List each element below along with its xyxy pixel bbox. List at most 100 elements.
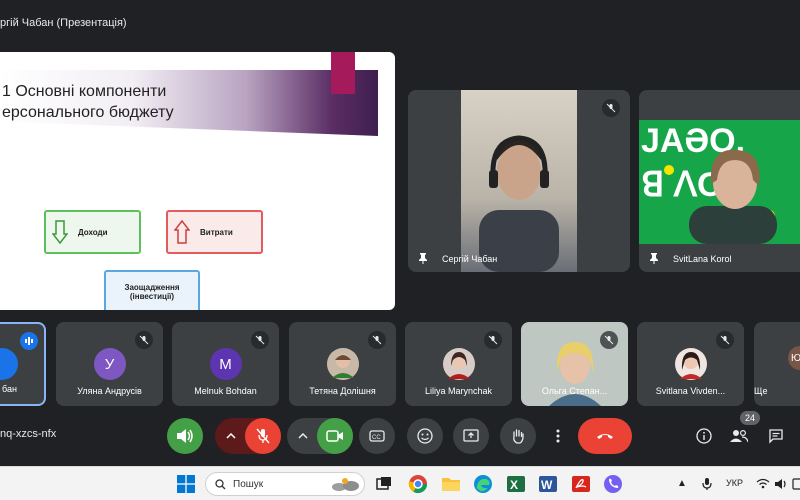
video-tile[interactable]: Сергій Чабан <box>408 90 630 272</box>
closed-captions-icon: CC <box>369 430 385 442</box>
slide-accent <box>331 52 355 94</box>
arrow-down-icon <box>52 220 68 244</box>
expense-box: Витрати <box>166 210 263 254</box>
chat-button[interactable] <box>764 418 788 454</box>
speaking-indicator-icon <box>20 332 38 350</box>
participant-tile[interactable]: Ольга Степан... <box>521 322 628 406</box>
participant-name: Melnuk Bohdan <box>194 386 257 396</box>
wifi-icon[interactable] <box>756 478 770 489</box>
participant-tile[interactable]: Ю Ще <box>754 322 800 406</box>
participant-tile[interactable]: Liliya Marynchak <box>405 322 512 406</box>
avatar: M <box>209 348 242 380</box>
participant-name: Ольга Степан... <box>541 386 608 396</box>
participant-tile[interactable]: бан <box>0 322 46 406</box>
mic-off-icon <box>602 99 620 117</box>
volume-tray-icon[interactable] <box>774 478 788 490</box>
more-options-button[interactable] <box>546 418 570 454</box>
raise-hand-button[interactable] <box>500 418 536 454</box>
videocam-icon <box>326 430 343 442</box>
chevron-up-icon <box>226 433 236 439</box>
avatar <box>0 348 18 380</box>
chevron-up-icon <box>298 433 308 439</box>
meeting-code: nq-xzcs-nfx <box>0 428 57 440</box>
keyboard-language[interactable]: УКР <box>726 478 743 488</box>
participant-tile[interactable]: Svitlana Vivden... <box>637 322 744 406</box>
battery-icon[interactable] <box>792 478 800 490</box>
acrobat-icon[interactable] <box>571 474 591 494</box>
pin-icon[interactable] <box>418 253 428 264</box>
windows-start-icon[interactable] <box>177 475 195 493</box>
arrow-up-icon <box>174 220 190 244</box>
avatar-photo <box>326 348 359 380</box>
tray-expand-icon[interactable]: ▲ <box>677 478 687 489</box>
avatar-photo <box>442 348 475 380</box>
microphone-control[interactable] <box>215 418 281 454</box>
income-label: Доходи <box>78 227 108 237</box>
info-icon <box>696 428 712 444</box>
mic-options-button[interactable] <box>215 418 247 454</box>
participant-tile[interactable]: M Melnuk Bohdan <box>172 322 279 406</box>
captions-button[interactable]: CC <box>359 418 395 454</box>
search-icon <box>215 479 226 490</box>
mic-toggle-button[interactable] <box>245 418 281 454</box>
pin-icon[interactable] <box>649 253 659 264</box>
more-vert-icon <box>556 429 560 443</box>
expense-label: Витрати <box>200 227 233 237</box>
camera-control[interactable] <box>287 418 353 454</box>
svg-text:W: W <box>541 478 553 492</box>
income-box: Доходи <box>44 210 141 254</box>
person-silhouette <box>479 135 559 272</box>
edge-icon[interactable] <box>473 474 493 494</box>
participant-video <box>461 90 577 272</box>
participant-tile[interactable]: У Уляна Андрусів <box>56 322 163 406</box>
meeting-info-button[interactable] <box>692 418 716 454</box>
participant-name: Liliya Marynchak <box>424 386 493 396</box>
volume-icon <box>177 429 193 443</box>
chrome-icon[interactable] <box>408 474 428 494</box>
camera-options-button[interactable] <box>287 418 319 454</box>
mic-off-icon <box>716 331 734 349</box>
present-icon <box>463 429 479 442</box>
leave-call-button[interactable] <box>578 418 632 454</box>
reactions-button[interactable] <box>407 418 443 454</box>
participant-video: JAƏO. ꓭ ꓥO <box>639 120 800 244</box>
search-placeholder: Пошук <box>233 479 264 490</box>
participant-name: SvitLana Korol <box>673 254 732 264</box>
viber-icon[interactable] <box>603 474 623 494</box>
speaker-volume-button[interactable] <box>167 418 203 454</box>
word-icon[interactable]: W <box>538 474 558 494</box>
participant-name: Svitlana Vivden... <box>655 386 726 396</box>
file-explorer-icon[interactable] <box>441 474 461 494</box>
top-strip <box>0 0 800 14</box>
camera-toggle-button[interactable] <box>317 418 353 454</box>
call-end-icon <box>597 434 613 439</box>
task-view-icon[interactable] <box>374 474 394 494</box>
mic-off-icon <box>368 331 386 349</box>
savings-box: Заощадження (інвестиції) <box>104 270 200 310</box>
people-icon <box>730 429 748 443</box>
svg-text:ꓭ ꓥO: ꓭ ꓥO <box>641 166 723 204</box>
mic-off-icon <box>256 428 270 444</box>
taskbar-search[interactable]: Пошук <box>205 472 365 496</box>
background-graphic: JAƏO. ꓭ ꓥO <box>641 122 777 244</box>
presenter-label: ргій Чабан (Презентація) <box>0 17 127 29</box>
chat-icon <box>769 429 783 444</box>
participant-tile[interactable]: Тетяна Долішня <box>289 322 396 406</box>
video-tile[interactable]: JAƏO. ꓭ ꓥO SvitLana Korol <box>639 90 800 272</box>
presentation-slide[interactable]: 1 Основні компоненти ерсонального бюджет… <box>0 52 395 310</box>
participant-name: Тетяна Долішня <box>309 386 376 396</box>
avatar-photo <box>674 348 707 380</box>
participants-count-badge: 24 <box>740 411 760 425</box>
microphone-tray-icon[interactable] <box>702 477 712 491</box>
hand-icon <box>513 429 524 444</box>
emoji-icon <box>417 428 433 444</box>
svg-text:CC: CC <box>372 435 381 441</box>
savings-label: Заощадження (інвестиції) <box>124 283 180 301</box>
slide-title: 1 Основні компоненти ерсонального бюджет… <box>2 83 174 121</box>
excel-icon[interactable]: X <box>506 474 526 494</box>
mic-off-icon <box>251 331 269 349</box>
participant-name: Уляна Андрусів <box>77 386 142 396</box>
present-screen-button[interactable] <box>453 418 489 454</box>
search-highlight-icon <box>332 478 359 491</box>
mic-off-icon <box>484 331 502 349</box>
